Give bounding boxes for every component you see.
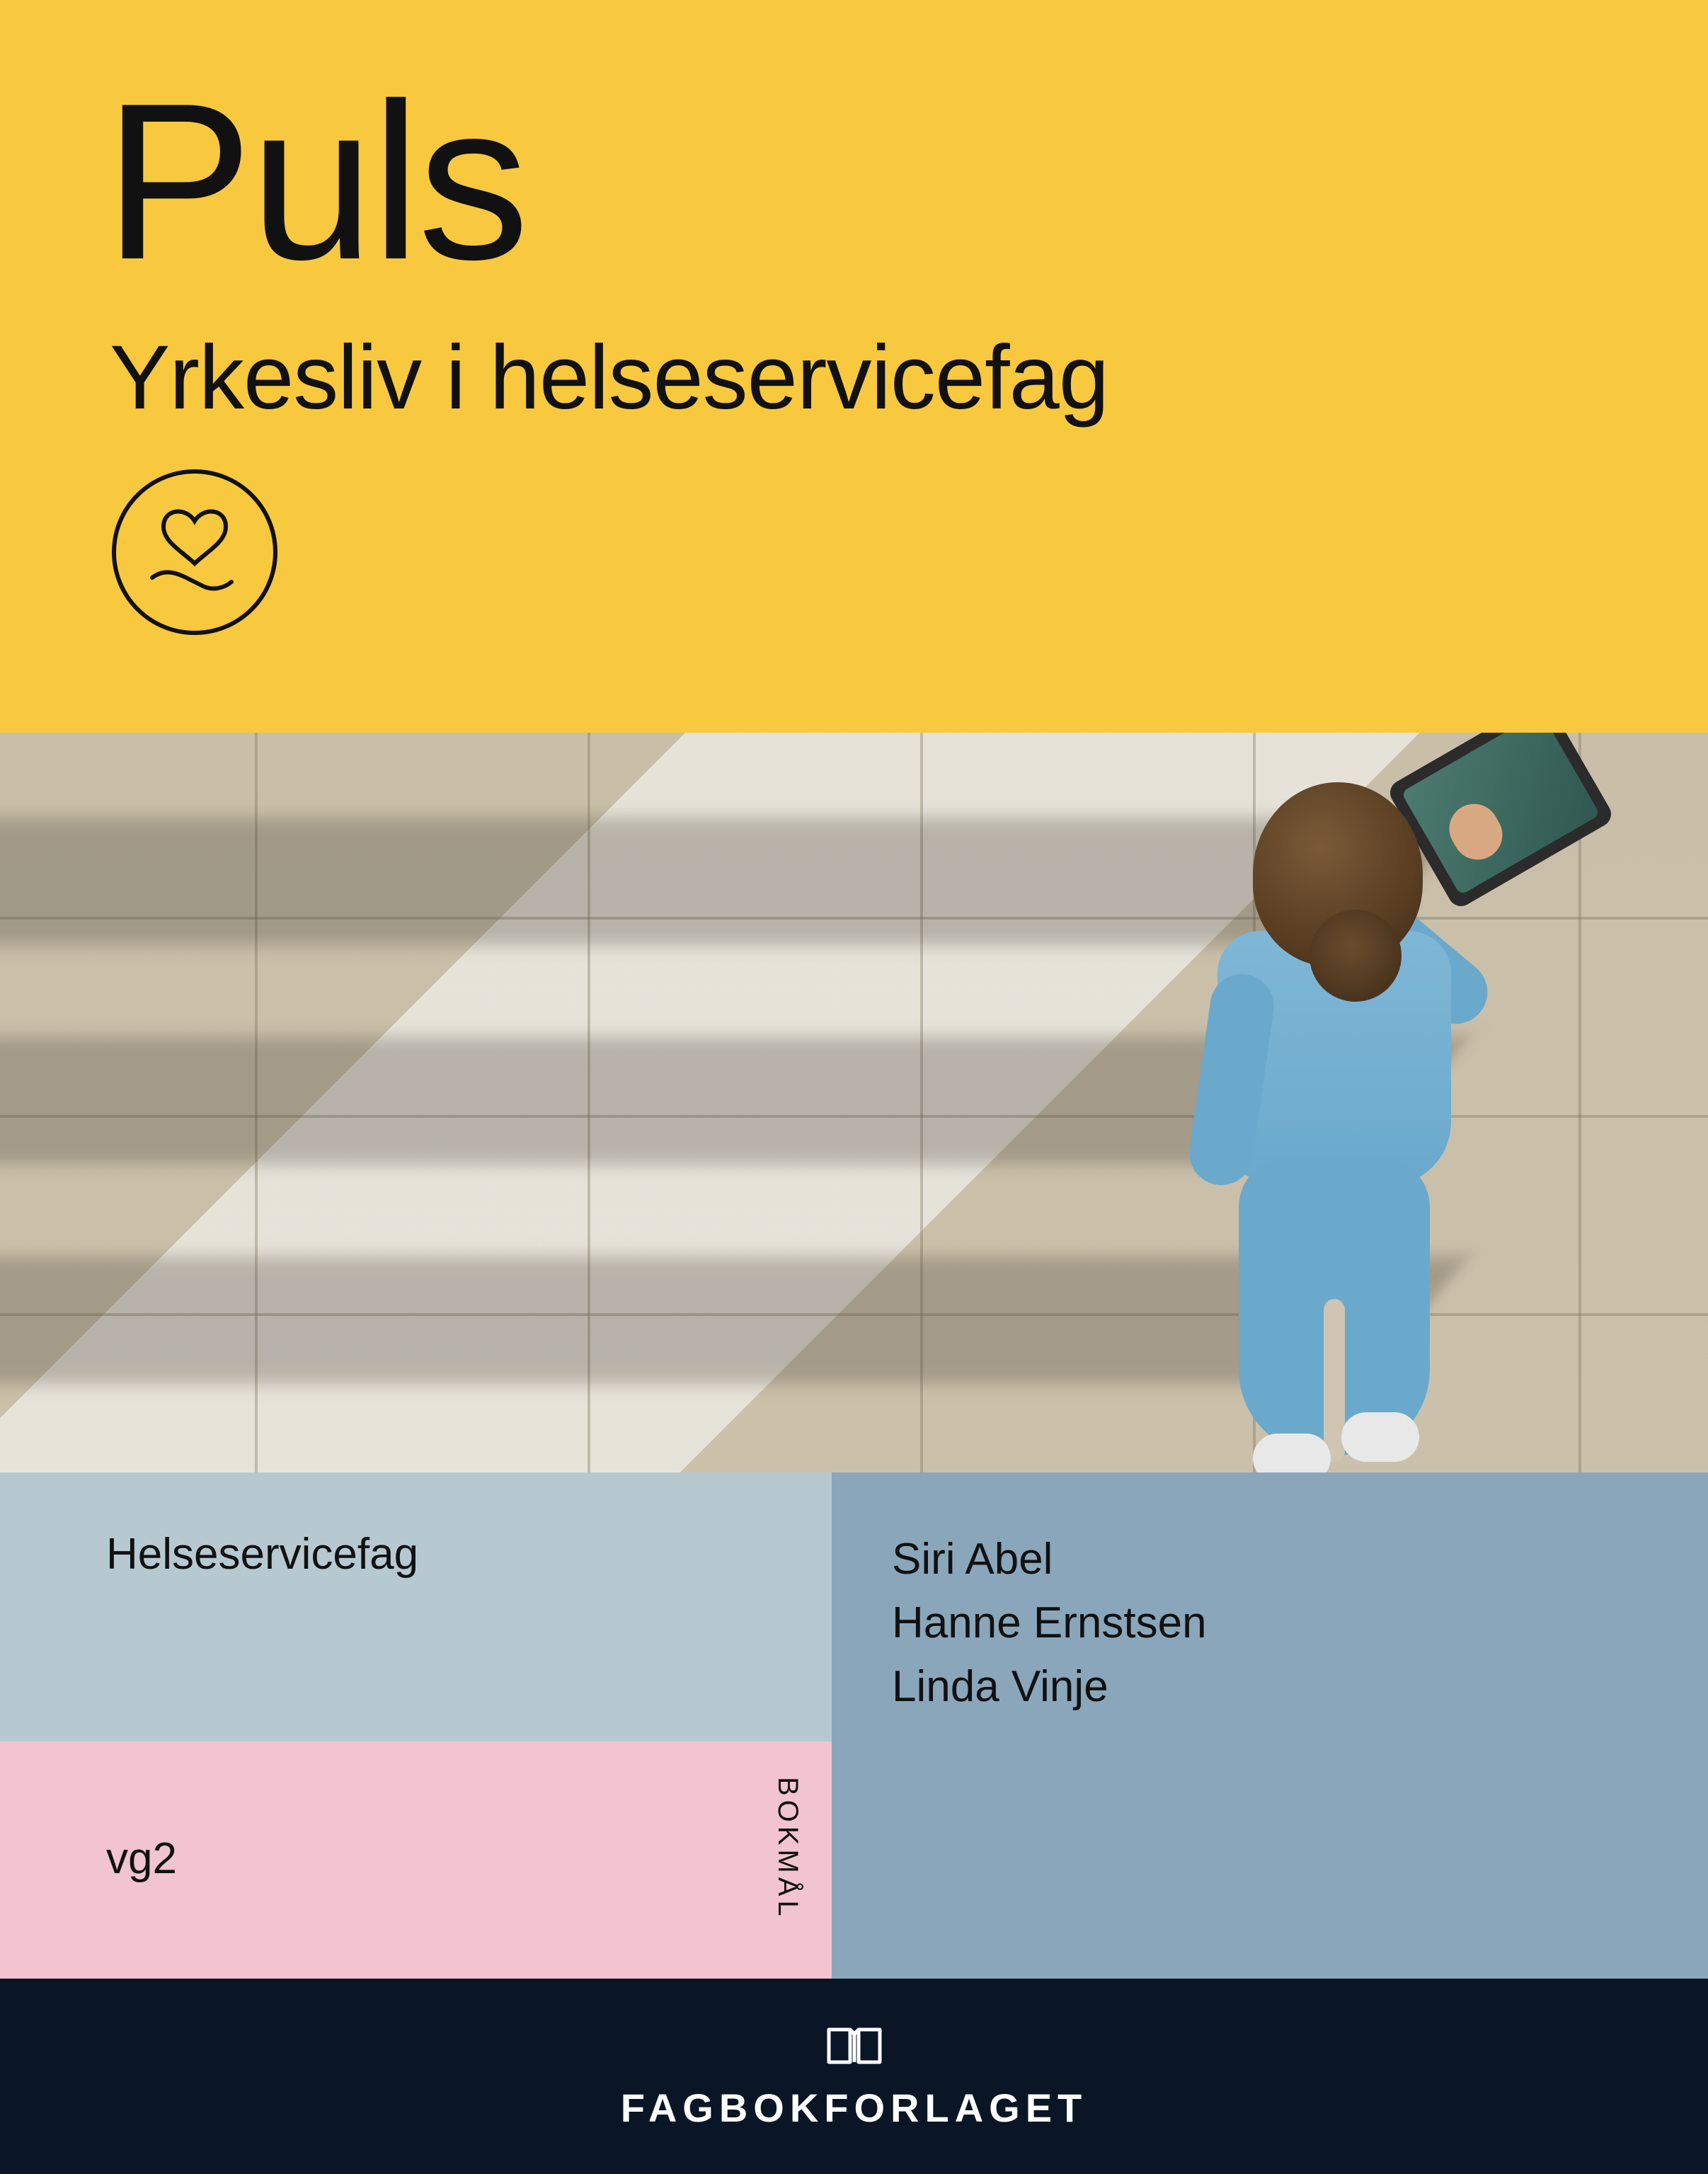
authors-list: Siri Abel Hanne Ernstsen Linda Vinje <box>892 1528 1207 1719</box>
book-cover: Puls Yrkesliv i helseservicefag <box>0 0 1708 2174</box>
publisher-name: FAGBOKFORLAGET <box>0 2085 1708 2131</box>
book-logo-icon <box>825 2023 884 2073</box>
cover-header: Puls Yrkesliv i helseservicefag <box>0 0 1708 733</box>
book-subtitle: Yrkesliv i helseservicefag <box>110 326 1108 430</box>
language-label: BOKMÅL <box>772 1777 803 1921</box>
subject-label: Helseservicefag <box>106 1529 418 1579</box>
author-name: Linda Vinje <box>892 1655 1207 1719</box>
author-name: Hanne Ernstsen <box>892 1591 1207 1655</box>
cover-photo <box>0 733 1708 1472</box>
authors-block: Siri Abel Hanne Ernstsen Linda Vinje <box>832 1472 1708 1979</box>
subject-block: Helseservicefag <box>0 1472 832 1741</box>
heart-in-hand-icon <box>110 467 280 637</box>
nurse-figure <box>1133 761 1501 1469</box>
author-name: Siri Abel <box>892 1528 1207 1591</box>
level-label: vg2 <box>106 1833 177 1884</box>
level-block: vg2 <box>0 1741 832 1979</box>
publisher-footer: FAGBOKFORLAGET <box>0 1979 1708 2174</box>
book-title: Puls <box>104 53 527 309</box>
